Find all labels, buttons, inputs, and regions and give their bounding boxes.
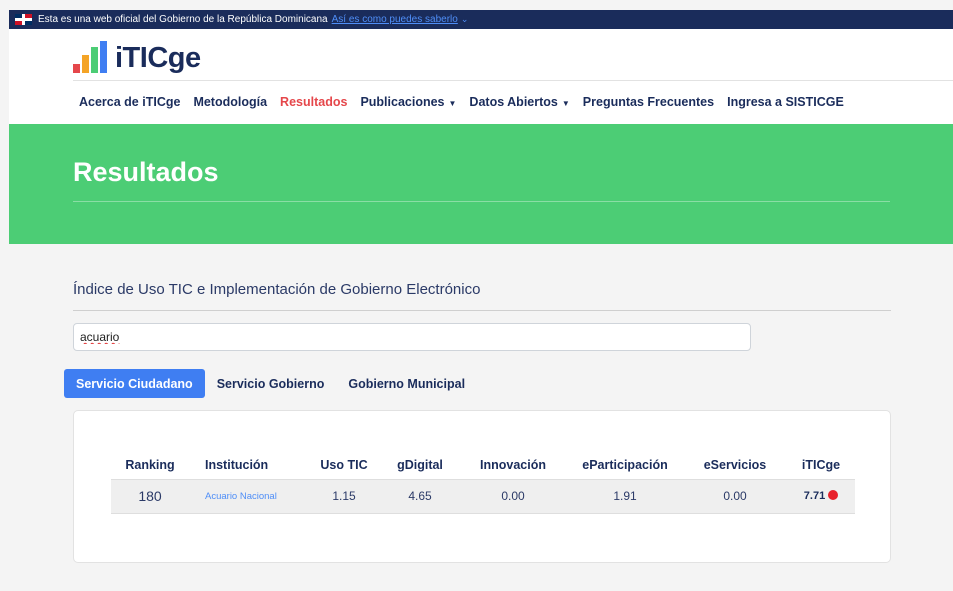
site-header: iTICge Acerca de iTICge Metodología Resu…: [9, 29, 953, 124]
gov-banner-text: Esta es una web oficial del Gobierno de …: [38, 14, 328, 25]
cell-innovacion: 0.00: [459, 478, 567, 514]
dominican-flag-icon: [15, 14, 32, 25]
header-institucion[interactable]: Institución: [189, 451, 307, 479]
cell-uso-tic: 1.15: [307, 478, 381, 514]
section-title: Índice de Uso TIC e Implementación de Go…: [73, 281, 481, 298]
status-dot-icon: [828, 490, 839, 500]
search-input[interactable]: [73, 323, 751, 351]
gov-banner: Esta es una web oficial del Gobierno de …: [9, 10, 953, 29]
header-eparticipacion[interactable]: eParticipación: [567, 451, 683, 479]
header-eservicios[interactable]: eServicios: [683, 451, 787, 479]
results-table: Ranking Institución Uso TIC gDigital Inn…: [111, 451, 855, 514]
cell-gdigital: 4.65: [381, 478, 459, 514]
logo-bar-icon: [91, 47, 98, 73]
logo-bar-icon: [100, 41, 107, 73]
header-innovacion[interactable]: Innovación: [459, 451, 567, 479]
category-tabs: Servicio Ciudadano Servicio Gobierno Gob…: [64, 369, 477, 398]
gov-banner-link[interactable]: Así es como puedes saberlo: [332, 14, 458, 25]
nav-item-preguntas[interactable]: Preguntas Frecuentes: [583, 95, 714, 109]
main-nav: Acerca de iTICge Metodología Resultados …: [79, 95, 857, 109]
logo-text: iTICge: [115, 42, 201, 74]
nav-item-resultados[interactable]: Resultados: [280, 95, 347, 109]
cell-ranking: 180: [111, 478, 189, 514]
cell-institucion-link[interactable]: Acuario Nacional: [189, 478, 307, 514]
cell-iticge: 7.71: [787, 478, 855, 514]
header-gdigital[interactable]: gDigital: [381, 451, 459, 479]
tab-gobierno-municipal[interactable]: Gobierno Municipal: [336, 369, 477, 398]
header-ranking[interactable]: Ranking: [111, 451, 189, 479]
cell-eservicios: 0.00: [683, 478, 787, 514]
header-iticge[interactable]: iTICge: [787, 451, 855, 479]
caret-down-icon: ▼: [448, 99, 457, 108]
chevron-down-icon[interactable]: ⌄: [461, 14, 469, 25]
nav-item-sisticge[interactable]: Ingresa a SISTICGE: [727, 95, 844, 109]
nav-item-acerca[interactable]: Acerca de iTICge: [79, 95, 180, 109]
logo-bar-icon: [73, 64, 80, 73]
table-row: 180 Acuario Nacional 1.15 4.65 0.00 1.91…: [111, 478, 855, 514]
section-divider: [73, 310, 891, 311]
nav-item-datos-abiertos[interactable]: Datos Abiertos ▼: [469, 95, 569, 109]
tab-servicio-ciudadano[interactable]: Servicio Ciudadano: [64, 369, 205, 398]
nav-item-publicaciones[interactable]: Publicaciones ▼: [360, 95, 456, 109]
results-card: Ranking Institución Uso TIC gDigital Inn…: [73, 410, 891, 563]
table-header-row: Ranking Institución Uso TIC gDigital Inn…: [111, 451, 855, 479]
hero-banner: Resultados: [9, 124, 953, 244]
page-title: Resultados: [73, 157, 219, 187]
header-divider: [73, 80, 953, 81]
cell-eparticipacion: 1.91: [567, 478, 683, 514]
caret-down-icon: ▼: [561, 99, 570, 108]
nav-item-metodologia[interactable]: Metodología: [193, 95, 267, 109]
logo-bar-icon: [82, 55, 89, 73]
iticge-score: 7.71: [803, 490, 826, 502]
tab-servicio-gobierno[interactable]: Servicio Gobierno: [205, 369, 337, 398]
hero-divider: [73, 201, 890, 202]
header-uso-tic[interactable]: Uso TIC: [307, 451, 381, 479]
site-logo[interactable]: iTICge: [73, 39, 201, 73]
